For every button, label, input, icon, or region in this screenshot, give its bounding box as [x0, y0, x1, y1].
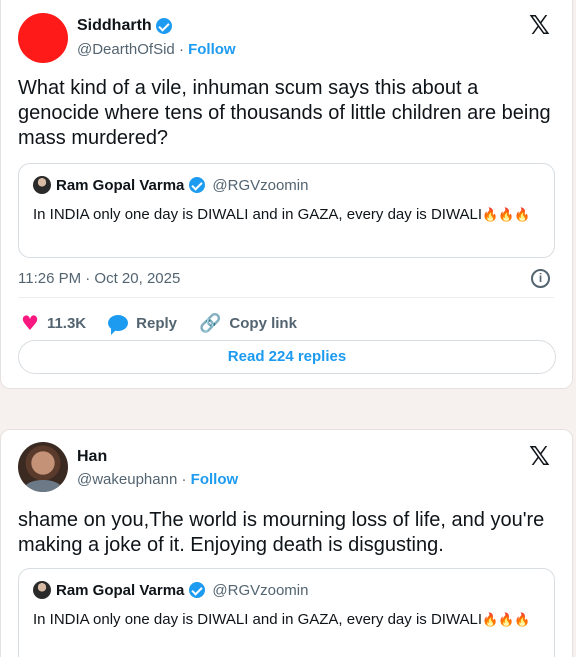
quote-text-block: In INDIA only one day is DIWALI and in G…	[33, 204, 536, 227]
tweet-text: shame on you,The world is mourning loss …	[18, 509, 545, 556]
quote-text-block: In INDIA only one day is DIWALI and in G…	[33, 609, 536, 632]
verified-icon	[189, 177, 206, 193]
action-bar: ♥ 11.3K Reply 🔗 Copy link	[21, 311, 297, 335]
x-logo-icon[interactable]: 𝕏	[529, 442, 550, 472]
quote-text: In INDIA only one day is DIWALI and in G…	[33, 206, 483, 223]
read-replies-button[interactable]: Read 224 replies	[18, 340, 556, 374]
timestamp[interactable]: 11:26 PM · Oct 20, 2025	[18, 270, 180, 287]
quote-header: Ram Gopal Varma @RGVzoomin	[33, 176, 308, 194]
quote-author-name: Ram Gopal Varma	[56, 581, 185, 599]
fire-emoji: 🔥🔥🔥	[482, 613, 531, 628]
tweet-card: Siddharth @DearthOfSid · Follow 𝕏 What k…	[0, 0, 573, 389]
author-name[interactable]: Siddharth	[77, 17, 152, 35]
verified-icon	[189, 582, 206, 598]
handle-row: @DearthOfSid · Follow	[77, 41, 236, 58]
tweet-text: What kind of a vile, inhuman scum says t…	[18, 77, 551, 149]
separator: ·	[181, 471, 187, 488]
reply-label: Reply	[136, 314, 177, 332]
reply-button[interactable]: Reply	[108, 314, 177, 335]
author-name[interactable]: Han	[77, 448, 107, 466]
author-handle[interactable]: @wakeuphann	[77, 471, 177, 488]
avatar-shirt	[24, 480, 62, 492]
quoted-tweet[interactable]: Ram Gopal Varma @RGVzoomin In INDIA only…	[18, 163, 555, 258]
author-name-row[interactable]: Siddharth	[77, 17, 172, 35]
follow-button[interactable]: Follow	[191, 471, 239, 488]
separator: ·	[178, 41, 184, 58]
avatar[interactable]	[18, 13, 68, 63]
quote-author-handle: @RGVzoomin	[212, 176, 309, 194]
quote-author-handle: @RGVzoomin	[212, 581, 309, 599]
like-count: 11.3K	[46, 314, 87, 332]
quote-avatar	[33, 581, 51, 599]
quote-header: Ram Gopal Varma @RGVzoomin	[33, 581, 308, 599]
handle-row: @wakeuphann · Follow	[77, 471, 238, 488]
x-logo-icon[interactable]: 𝕏	[529, 11, 550, 41]
reply-icon	[108, 315, 129, 335]
quote-text: In INDIA only one day is DIWALI and in G…	[33, 611, 483, 628]
heart-icon: ♥	[21, 311, 39, 335]
avatar[interactable]	[18, 442, 68, 492]
author-name-row[interactable]: Han	[77, 448, 107, 466]
link-icon: 🔗	[199, 312, 222, 334]
info-icon[interactable]: i	[531, 269, 550, 288]
copy-link-label: Copy link	[229, 314, 297, 332]
author-handle[interactable]: @DearthOfSid	[77, 41, 175, 58]
tweet-card: Han @wakeuphann · Follow 𝕏 shame on you,…	[0, 429, 573, 657]
quote-avatar	[33, 176, 51, 194]
like-button[interactable]: ♥ 11.3K	[21, 311, 86, 335]
quote-author-name: Ram Gopal Varma	[56, 176, 185, 194]
copy-link-button[interactable]: 🔗 Copy link	[199, 313, 297, 334]
divider	[18, 297, 554, 298]
verified-icon	[155, 18, 172, 34]
follow-button[interactable]: Follow	[188, 41, 236, 58]
fire-emoji: 🔥🔥🔥	[482, 208, 531, 223]
quoted-tweet[interactable]: Ram Gopal Varma @RGVzoomin In INDIA only…	[18, 568, 555, 657]
